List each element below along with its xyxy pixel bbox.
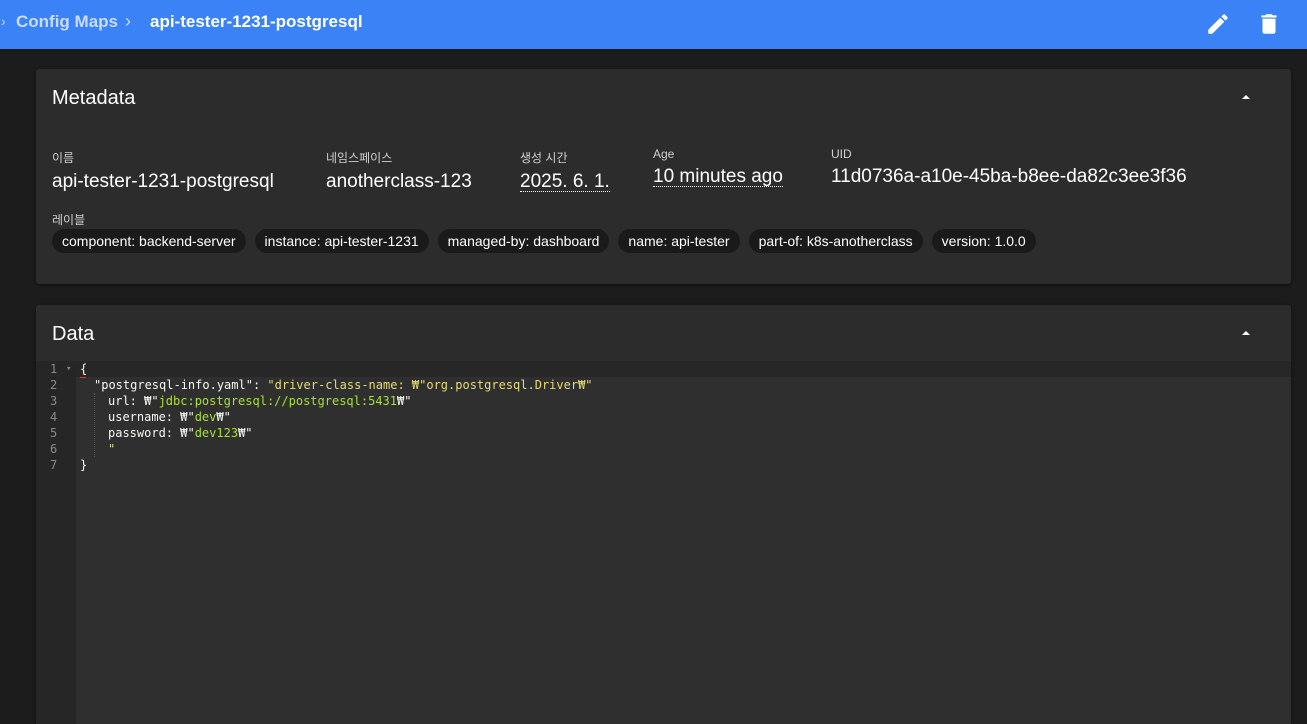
breadcrumb-separator: ›	[125, 11, 131, 31]
line-number: 3	[50, 394, 58, 408]
code-line-6: "	[108, 441, 115, 457]
line-number: 5	[50, 426, 58, 440]
code-string: dev	[194, 410, 217, 424]
namespace-value: anotherclass-123	[326, 171, 472, 192]
page-title: api-tester-1231-postgresql	[150, 12, 363, 31]
line-number: 6	[50, 442, 58, 456]
code-token: ₩"	[238, 426, 253, 440]
name-field: 이름 api-tester-1231-postgresql	[52, 149, 274, 193]
active-line-highlight	[76, 361, 1291, 377]
uid-value: 11d0736a-a10e-45ba-b8ee-da82c3ee3f36	[831, 166, 1187, 187]
code-token: }	[80, 458, 88, 472]
line-number-gutter: 1 ▾ 2 3 4 5 6 7	[36, 361, 76, 724]
code-line-2: "postgresql-info.yaml": "driver-class-na…	[94, 377, 593, 393]
uid-field: UID 11d0736a-a10e-45ba-b8ee-da82c3ee3f36	[831, 147, 1187, 188]
code-token: ₩"	[216, 410, 231, 424]
code-token: ₩"	[397, 394, 412, 408]
fold-arrow-icon[interactable]: ▾	[66, 361, 71, 377]
code-editor[interactable]: 1 ▾ 2 3 4 5 6 7 { "postgresql-info.yaml"…	[36, 361, 1291, 724]
indent-guide	[94, 393, 95, 457]
label-chip: version: 1.0.0	[931, 229, 1036, 253]
code-line-3: url: ₩"jdbc:postgresql://postgresql:5431…	[108, 393, 411, 409]
label-chip: part-of: k8s-anotherclass	[748, 229, 923, 253]
line-number: 2	[50, 378, 58, 392]
code-key: "postgresql-info.yaml"	[94, 378, 253, 392]
code-token: url: ₩"	[108, 394, 159, 408]
code-string: "	[108, 442, 116, 456]
code-token: :	[252, 378, 268, 392]
chevron-right-icon: ›	[1, 13, 6, 29]
label-chip: component: backend-server	[52, 229, 246, 253]
code-line-1: {	[80, 361, 87, 377]
line-number: 4	[50, 410, 58, 424]
data-card: Data 1 ▾ 2 3 4 5 6 7 { "postgresql-info.…	[36, 305, 1291, 724]
line-number: 7	[50, 458, 58, 472]
code-string: jdbc:postgresql://postgresql:5431	[158, 394, 397, 408]
created-value[interactable]: 2025. 6. 1.	[520, 172, 610, 192]
age-field: Age 10 minutes ago	[653, 147, 783, 188]
label-chip: instance: api-tester-1231	[254, 229, 429, 253]
uid-label: UID	[831, 147, 852, 161]
created-field: 생성 시간 2025. 6. 1.	[520, 149, 610, 193]
metadata-card: Metadata 이름 api-tester-1231-postgresql 네…	[36, 69, 1291, 284]
pencil-icon[interactable]	[1205, 11, 1231, 37]
label-chip: name: api-tester	[618, 229, 740, 253]
top-bar: › Config Maps › api-tester-1231-postgres…	[0, 0, 1307, 49]
data-title: Data	[52, 323, 95, 345]
code-string: dev123	[194, 426, 239, 440]
name-value: api-tester-1231-postgresql	[52, 171, 274, 192]
chevron-up-icon[interactable]	[1238, 325, 1254, 341]
labels-title: 레이블	[52, 213, 86, 227]
trash-icon[interactable]	[1256, 11, 1282, 37]
chevron-up-icon[interactable]	[1238, 89, 1254, 105]
metadata-title: Metadata	[52, 87, 136, 109]
namespace-field: 네임스페이스 anotherclass-123	[326, 149, 472, 193]
namespace-label: 네임스페이스	[326, 151, 393, 165]
name-label: 이름	[52, 151, 75, 165]
age-value[interactable]: 10 minutes ago	[653, 167, 783, 187]
code-string: "driver-class-name: ₩"org.postgresql.Dri…	[267, 378, 593, 392]
code-line-5: password: ₩"dev123₩"	[108, 425, 253, 441]
code-line-7: }	[80, 457, 87, 473]
created-label: 생성 시간	[520, 151, 568, 165]
label-chips: component: backend-server instance: api-…	[52, 229, 1036, 253]
breadcrumb-parent-link[interactable]: Config Maps	[16, 12, 118, 32]
age-label: Age	[653, 147, 675, 161]
text-cursor	[80, 377, 86, 378]
code-token: password: ₩"	[108, 426, 195, 440]
code-token: {	[80, 362, 88, 376]
code-line-4: username: ₩"dev₩"	[108, 409, 231, 425]
label-chip: managed-by: dashboard	[437, 229, 610, 253]
code-token: username: ₩"	[108, 410, 195, 424]
line-number: 1	[50, 362, 58, 376]
